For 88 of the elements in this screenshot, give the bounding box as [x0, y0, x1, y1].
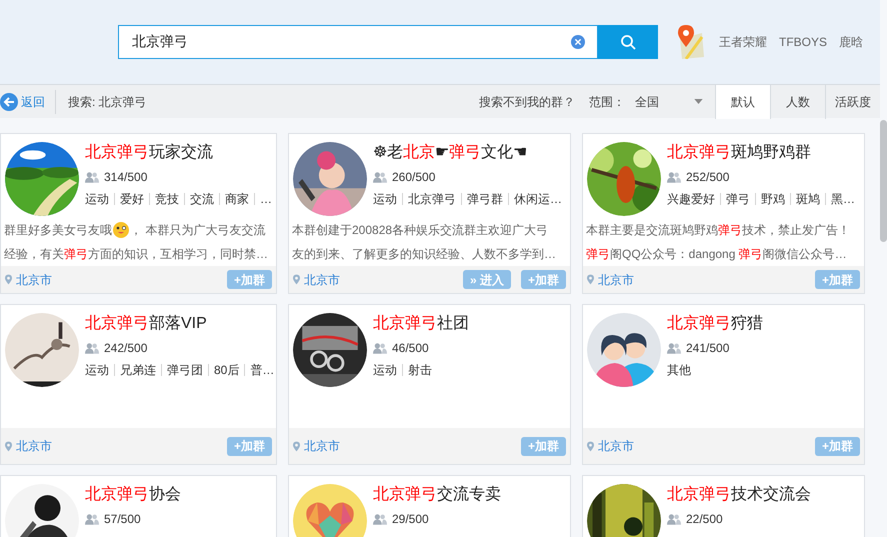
people-icon: [667, 172, 681, 182]
location-link[interactable]: 北京市: [598, 270, 634, 288]
emoji-icon: [113, 222, 129, 238]
group-title[interactable]: 北京弹弓斑鸠野鸡群: [667, 142, 855, 164]
group-title[interactable]: 北京弹弓交流专卖: [373, 484, 501, 506]
group-tag: 斑鸠: [796, 190, 820, 208]
people-icon: [373, 514, 387, 524]
help-link[interactable]: 搜索不到我的群？: [479, 92, 575, 110]
search-field[interactable]: 北京弹弓: [118, 25, 598, 59]
group-tag: 运动: [373, 361, 397, 379]
hot-search-link[interactable]: TFBOYS: [779, 33, 828, 51]
member-count: 29/500: [392, 511, 429, 528]
map-pin-icon[interactable]: [676, 25, 706, 59]
location-link[interactable]: 北京市: [16, 437, 52, 455]
group-tag: 弹弓团: [167, 361, 203, 379]
sort-tab[interactable]: 人数: [770, 84, 825, 118]
people-icon: [667, 342, 681, 354]
people-icon: [85, 342, 99, 354]
group-tag: 射击: [408, 361, 432, 379]
group-title[interactable]: 北京弹弓部落VIP: [85, 313, 274, 335]
location-pin-icon: [293, 274, 300, 285]
search-query: 搜索: 北京弹弓: [68, 94, 147, 110]
group-tag: 兄弟连: [120, 361, 156, 379]
group-description: 友的到来、了解更多的知识经验、人数不多学到…: [292, 246, 557, 263]
member-count: 22/500: [686, 511, 723, 528]
group-tag: 弹弓群: [467, 190, 503, 208]
group-tag: 运动: [85, 361, 109, 379]
group-tag: 竞技: [155, 190, 179, 208]
group-description: 经验，有关弹弓 方面的知识，互相学习，同时禁…: [4, 246, 269, 263]
location-link[interactable]: 北京市: [304, 437, 340, 455]
people-icon: [85, 172, 99, 182]
group-description: 本群创建于200828各种娱乐交流群主欢迎广大弓: [292, 222, 550, 239]
group-title[interactable]: 北京弹弓狩猎: [667, 313, 763, 335]
group-tag: 黑…: [831, 190, 855, 208]
caret-icon: [694, 99, 703, 104]
group-tag: 爱好: [120, 190, 144, 208]
location-pin-icon: [5, 440, 12, 452]
people-icon: [667, 514, 681, 524]
member-count: 57/500: [104, 511, 141, 528]
scrollbar-thumb[interactable]: [880, 120, 887, 242]
location-link[interactable]: 北京市: [16, 270, 52, 288]
group-tag: 运动: [373, 190, 397, 208]
default-avatar-icon: [587, 313, 661, 387]
group-tag: 北京弹弓: [408, 190, 456, 208]
people-icon: [373, 342, 387, 354]
group-tag: 商家: [225, 190, 249, 208]
group-tag: 80后: [214, 361, 240, 379]
member-count: 242/500: [104, 340, 148, 357]
scope-label: 范围：: [589, 94, 625, 110]
group-tag: 弹弓: [726, 190, 750, 208]
member-count: 252/500: [686, 169, 730, 186]
group-title[interactable]: 北京弹弓协会: [85, 484, 181, 506]
hot-search-link[interactable]: 鹿晗: [839, 33, 864, 51]
back-link[interactable]: 返回: [0, 90, 56, 114]
group-tag: 休闲运…: [514, 190, 562, 208]
people-icon: [373, 172, 387, 182]
group-description: 弹弓 阁QQ公众号：dangong 弹弓 阁微信公众号…: [586, 246, 848, 263]
hot-search-link[interactable]: 王者荣耀: [719, 33, 767, 51]
member-count: 46/500: [392, 340, 429, 357]
group-title[interactable]: ☸老北京☛弹弓文化☚: [373, 142, 562, 164]
group-tag: 其他: [667, 361, 691, 379]
group-tag: 交流: [190, 190, 214, 208]
group-tag: 运动: [85, 190, 109, 208]
people-icon: [85, 514, 99, 524]
group-tag: …: [260, 190, 272, 208]
location-pin-icon: [587, 440, 594, 452]
group-title[interactable]: 北京弹弓玩家交流: [85, 142, 272, 164]
search-button[interactable]: [598, 25, 658, 59]
group-tag: 兴趣爱好: [667, 190, 715, 208]
group-tag: 普…: [250, 361, 274, 379]
clear-icon[interactable]: [571, 35, 585, 49]
group-title[interactable]: 北京弹弓社团: [373, 313, 469, 335]
location-pin-icon: [293, 440, 300, 452]
member-count: 314/500: [104, 169, 148, 186]
location-link[interactable]: 北京市: [304, 270, 340, 288]
group-description: 本群主要是交流斑鸠野鸡弹弓技术，禁止发广告！: [586, 222, 851, 239]
location-pin-icon: [5, 274, 12, 285]
sort-tab[interactable]: 默认: [715, 84, 770, 118]
location-pin-icon: [587, 274, 594, 285]
search-icon: [620, 34, 636, 50]
sort-tab[interactable]: 活跃度: [825, 84, 880, 118]
location-link[interactable]: 北京市: [598, 437, 634, 455]
scope-dropdown[interactable]: 全国: [635, 92, 715, 110]
group-description: 群里好多美女弓友哦 ， 本群只为广大弓友交流: [4, 221, 266, 240]
member-count: 241/500: [686, 340, 730, 357]
group-title[interactable]: 北京弹弓技术交流会: [667, 484, 811, 506]
group-tag: 野鸡: [761, 190, 785, 208]
member-count: 260/500: [392, 169, 436, 186]
